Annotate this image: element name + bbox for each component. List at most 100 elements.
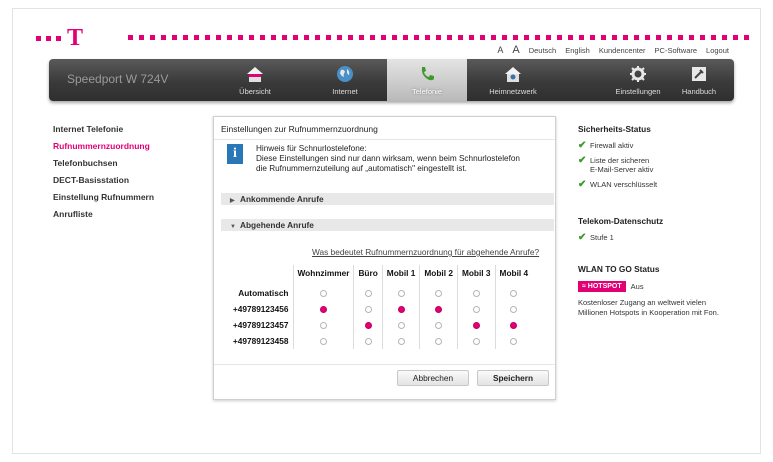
- link-pc-software[interactable]: PC-Software: [655, 46, 698, 55]
- sidebar-item-einstellung-rufnummern[interactable]: Einstellung Rufnummern: [53, 192, 203, 202]
- status-text-line: Liste der sicheren: [590, 156, 650, 165]
- telekom-logo[interactable]: T: [36, 26, 89, 50]
- assignment-radio[interactable]: [364, 290, 372, 298]
- section-incoming-calls[interactable]: ▶ Ankommende Anrufe: [221, 193, 554, 205]
- column-header: Mobil 3: [456, 265, 496, 281]
- cancel-button[interactable]: Abbrechen: [397, 370, 469, 386]
- assignment-radio[interactable]: [435, 322, 443, 330]
- table-cell: [353, 317, 383, 333]
- logo-dot: [403, 35, 408, 40]
- table-cell: [419, 333, 458, 349]
- privacy-title: Telekom-Datenschutz: [578, 216, 664, 226]
- logo-dot: [447, 35, 452, 40]
- divider: [214, 364, 555, 365]
- assignment-radio[interactable]: [472, 290, 480, 298]
- logo-dot: [205, 35, 210, 40]
- logo-dot: [227, 35, 232, 40]
- logo-dot: [359, 35, 364, 40]
- table-cell: [381, 301, 420, 317]
- assignment-radio[interactable]: [397, 306, 405, 314]
- assignment-radio[interactable]: [319, 322, 327, 330]
- sidebar-item-dect-basisstation[interactable]: DECT-Basisstation: [53, 175, 203, 185]
- assignment-radio[interactable]: [397, 290, 405, 298]
- assignment-radio[interactable]: [319, 306, 327, 314]
- logo-dot: [381, 35, 386, 40]
- assignment-radio[interactable]: [364, 306, 372, 314]
- sidebar-item-internet-telefonie[interactable]: Internet Telefonie: [53, 124, 203, 134]
- link-english[interactable]: English: [565, 46, 590, 55]
- assignment-radio[interactable]: [510, 338, 518, 346]
- assignment-radio[interactable]: [435, 338, 443, 346]
- table-cell: [292, 333, 354, 349]
- hint-line: die Rufnummernzuteilung auf „automatisch…: [256, 164, 467, 173]
- logo-dot: [645, 35, 650, 40]
- logo-dot: [667, 35, 672, 40]
- dotted-line: [128, 35, 755, 40]
- assignment-radio[interactable]: [435, 290, 443, 298]
- logo-dot: [524, 35, 529, 40]
- section-label: Abgehende Anrufe: [240, 220, 314, 230]
- logo-dot: [128, 35, 133, 40]
- font-size-small-link[interactable]: A: [497, 45, 503, 55]
- assignment-radio[interactable]: [472, 338, 480, 346]
- sidebar-item-telefonbuchsen[interactable]: Telefonbuchsen: [53, 158, 203, 168]
- nav-item-telefonie[interactable]: Telefonie: [387, 59, 467, 101]
- logo-dot: [370, 35, 375, 40]
- assignment-radio[interactable]: [319, 338, 327, 346]
- column-header: Mobil 1: [381, 265, 420, 281]
- column-header: Mobil 4: [494, 265, 533, 281]
- logo-dot: [216, 35, 221, 40]
- security-status-title: Sicherheits-Status: [578, 124, 651, 134]
- nav-label: Übersicht: [239, 87, 271, 96]
- status-column: Sicherheits-Status ✔ Firewall aktiv ✔ Li…: [578, 124, 738, 318]
- nav-item-uebersicht[interactable]: Übersicht: [215, 59, 295, 101]
- logo-dot: [535, 35, 540, 40]
- assignment-radio[interactable]: [472, 322, 480, 330]
- nav-item-handbuch[interactable]: Handbuch: [669, 59, 729, 101]
- link-kundencenter[interactable]: Kundencenter: [599, 46, 646, 55]
- assignment-radio[interactable]: [364, 322, 372, 330]
- home-network-icon: [505, 67, 521, 82]
- logo-dot: [502, 35, 507, 40]
- globe-icon: [337, 66, 353, 82]
- logo-dot: [590, 35, 595, 40]
- assignment-radio[interactable]: [319, 290, 327, 298]
- sidebar-item-rufnummernzuordnung[interactable]: Rufnummernzuordnung: [53, 141, 203, 151]
- checkmark-icon: ✔: [578, 155, 587, 166]
- assignment-radio[interactable]: [510, 290, 518, 298]
- assignment-radio[interactable]: [364, 338, 372, 346]
- table-cell: [381, 333, 420, 349]
- table-cell: [494, 281, 533, 301]
- nav-label: Einstellungen: [615, 87, 661, 96]
- assignment-radio[interactable]: [397, 322, 405, 330]
- wlan-to-go-title: WLAN TO GO Status: [578, 264, 660, 274]
- section-outgoing-calls[interactable]: ▼ Abgehende Anrufe: [221, 219, 554, 231]
- assignment-radio[interactable]: [397, 338, 405, 346]
- logo-dot: [546, 35, 551, 40]
- help-link[interactable]: Was bedeutet Rufnummernzuordnung für abg…: [312, 247, 539, 257]
- hotspot-badge[interactable]: ≈ HOTSPOT: [578, 281, 626, 292]
- assignment-radio[interactable]: [472, 306, 480, 314]
- nav-item-internet[interactable]: Internet: [305, 59, 385, 101]
- checkmark-icon: ✔: [578, 232, 587, 243]
- logo-dot: [36, 35, 41, 41]
- logo-dot: [249, 35, 254, 40]
- section-label: Ankommende Anrufe: [240, 194, 324, 204]
- link-logout[interactable]: Logout: [706, 46, 729, 55]
- link-deutsch[interactable]: Deutsch: [529, 46, 557, 55]
- nav-item-heimnetzwerk[interactable]: Heimnetzwerk: [473, 59, 553, 101]
- save-button[interactable]: Speichern: [477, 370, 549, 386]
- logo-dot: [150, 35, 155, 40]
- sidebar-item-anrufliste[interactable]: Anrufliste: [53, 209, 203, 219]
- table-cell: [381, 281, 420, 301]
- logo-dot: [700, 35, 705, 40]
- logo-dot: [568, 35, 573, 40]
- assignment-radio[interactable]: [510, 322, 518, 330]
- nav-item-einstellungen[interactable]: Einstellungen: [598, 59, 678, 101]
- assignment-radio[interactable]: [435, 306, 443, 314]
- table-cell: [456, 317, 496, 333]
- logo-dot: [601, 35, 606, 40]
- font-size-large-link[interactable]: A: [512, 44, 519, 56]
- assignment-radio[interactable]: [510, 306, 518, 314]
- gear-icon: [630, 66, 646, 82]
